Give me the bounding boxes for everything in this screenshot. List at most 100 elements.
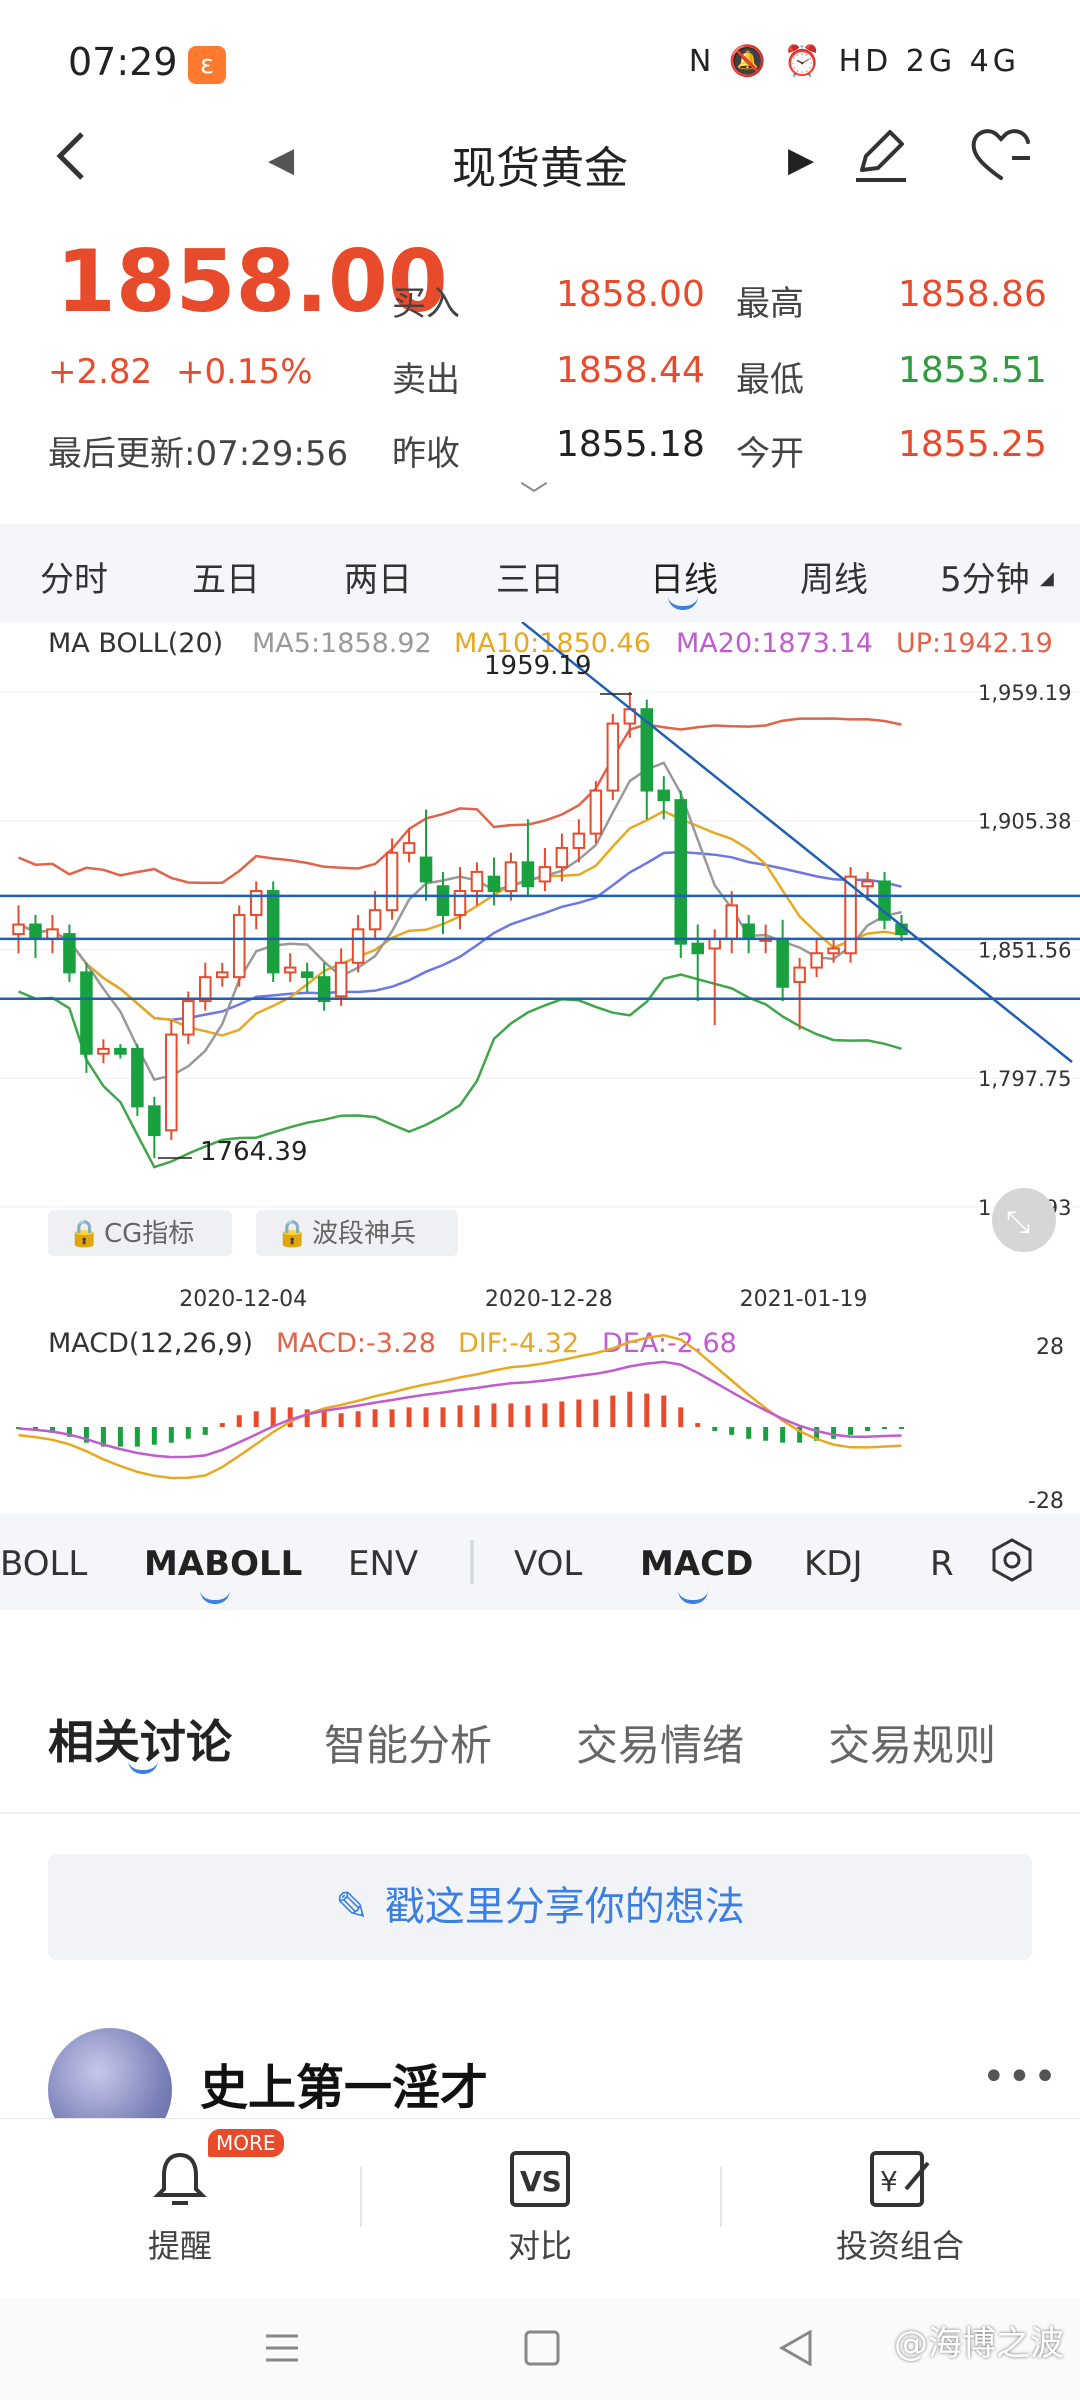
tab-period-4[interactable]: 日线 <box>650 552 718 601</box>
candle-body <box>742 923 755 940</box>
menu-icon[interactable] <box>262 2328 302 2372</box>
candle-body <box>182 1000 195 1036</box>
divider <box>0 1812 1080 1814</box>
candle-body <box>266 890 280 974</box>
upper-band-value: UP:1942.19 <box>896 628 1053 659</box>
vs-compare-icon: VS <box>510 2151 570 2207</box>
candle-body <box>589 789 603 835</box>
current-price: 1858.00 <box>56 232 448 332</box>
settings-hexagon-icon[interactable] <box>988 1536 1036 1588</box>
candle-body <box>538 866 552 883</box>
candle-body <box>776 937 789 988</box>
candle-body <box>504 861 518 893</box>
compare-label: 对比 <box>507 2227 572 2265</box>
low-value: 1853.51 <box>898 350 1047 391</box>
dropdown-triangle-icon[interactable]: ◢ <box>1040 568 1054 589</box>
candle-body <box>300 971 314 979</box>
tab-trade-sentiment[interactable]: 交易情绪 <box>576 1712 744 1773</box>
portfolio-button[interactable]: ¥ 投资组合 <box>780 2149 1020 2267</box>
pencil-icon: ✎ <box>335 1884 369 1930</box>
boll-upper-line <box>18 717 902 885</box>
svg-text:⤡: ⤡ <box>1006 1205 1030 1240</box>
open-value: 1855.25 <box>898 424 1047 465</box>
candle-body <box>861 880 874 888</box>
macd-indicator-name: MACD(12,26,9) <box>48 1328 253 1359</box>
tab-indicator-env[interactable]: ENV <box>348 1544 418 1584</box>
home-icon[interactable] <box>522 2328 562 2372</box>
candle-body <box>385 851 399 912</box>
cg-indicator-label: CG指标 <box>104 1219 194 1249</box>
x-tick-label: 2020-12-04 <box>179 1287 307 1312</box>
chevron-down-icon[interactable]: ﹀ <box>520 474 548 514</box>
tab-indicator-kdj[interactable]: KDJ <box>804 1544 863 1584</box>
tab-period-6[interactable]: 5分钟 <box>940 552 1030 601</box>
candle-body <box>810 952 823 969</box>
chart-indicator-name: MA BOLL(20) <box>48 628 223 659</box>
candle-body <box>470 870 484 893</box>
prev-close-value: 1855.18 <box>556 424 705 465</box>
ma20-value: MA20:1873.14 <box>676 628 873 659</box>
uc-browser-icon: ε <box>188 46 226 84</box>
tab-period-3[interactable]: 三日 <box>496 552 564 601</box>
indicator-tab-bar: BOLL MABOLL ENV VOL MACD KDJ R <box>0 1514 1080 1610</box>
back-nav-icon[interactable] <box>776 2328 816 2372</box>
alert-button[interactable]: 提醒 <box>60 2149 300 2267</box>
tab-indicator-maboll[interactable]: MABOLL <box>144 1544 302 1584</box>
y-tick-label: 1,851.56 <box>978 939 1072 963</box>
candle-body <box>691 942 704 955</box>
last-updated: 最后更新:07:29:56 <box>48 434 349 474</box>
share-thoughts-input[interactable]: ✎ 戳这里分享你的想法 <box>48 1854 1032 1960</box>
candle-body <box>80 971 93 1055</box>
heart-icon[interactable] <box>968 124 1038 194</box>
portfolio-label: 投资组合 <box>835 2227 964 2265</box>
edit-pen-icon[interactable] <box>848 122 918 192</box>
tab-indicator-boll[interactable]: BOLL <box>0 1544 87 1584</box>
wave-indicator-chip[interactable]: 🔒 波段神兵 <box>256 1210 458 1256</box>
y-tick-label: 1,905.38 <box>978 810 1072 834</box>
tab-period-0[interactable]: 分时 <box>40 552 108 601</box>
period-tab-bar: 分时 五日 两日 三日 日线 周线 5分钟 ◢ <box>0 524 1080 622</box>
kline-chart[interactable]: MA BOLL(20) MA5:1858.92 MA10:1850.46 MA2… <box>0 622 1080 1612</box>
dif-value: DIF:-4.32 <box>458 1328 579 1359</box>
svg-text:¥: ¥ <box>880 2165 898 2198</box>
tab-smart-analysis[interactable]: 智能分析 <box>324 1712 492 1773</box>
toolbar-divider <box>720 2167 722 2227</box>
x-tick-label: 2021-01-19 <box>740 1287 868 1312</box>
candle-body <box>487 875 501 893</box>
candle-body <box>216 971 229 979</box>
macd-ytick-top: 28 <box>1036 1335 1064 1360</box>
candle-body <box>283 966 297 974</box>
candle-body <box>436 885 450 916</box>
tab-period-1[interactable]: 五日 <box>192 552 260 601</box>
next-triangle-icon[interactable]: ▶ <box>788 140 814 180</box>
ma5-value: MA5:1858.92 <box>252 628 432 659</box>
tab-divider <box>470 1540 474 1584</box>
candle-body <box>555 846 569 869</box>
bell-icon <box>153 2152 207 2205</box>
portfolio-yen-icon: ¥ <box>870 2151 930 2207</box>
tab-period-5[interactable]: 周线 <box>800 552 868 601</box>
tab-indicator-r[interactable]: R <box>930 1544 954 1584</box>
watermark: @海博之波 <box>894 2324 1064 2364</box>
candle-body <box>606 722 620 792</box>
tab-indicator-macd[interactable]: MACD <box>640 1544 753 1584</box>
candle-body <box>657 789 671 802</box>
tab-trade-rules[interactable]: 交易规则 <box>828 1712 996 1773</box>
compare-button[interactable]: VS 对比 <box>420 2149 660 2267</box>
candle-body <box>419 856 433 883</box>
candle-body <box>827 947 840 955</box>
candle-body <box>351 928 365 964</box>
cg-indicator-chip[interactable]: 🔒 CG指标 <box>48 1210 232 1256</box>
low-label: 最低 <box>736 360 804 400</box>
high-label: 最高 <box>736 284 804 324</box>
post-username[interactable]: 史上第一淫才 <box>200 2048 488 2118</box>
status-time: 07:29 <box>68 40 178 84</box>
tab-indicator-vol[interactable]: VOL <box>514 1544 582 1584</box>
prev-close-label: 昨收 <box>392 434 460 474</box>
macd-active-indicator <box>678 1590 708 1604</box>
change-value: +2.82 <box>48 352 153 392</box>
more-options-icon[interactable]: ••• <box>982 2054 1059 2100</box>
candle-body <box>334 961 348 998</box>
dea-value: DEA:-2.68 <box>602 1328 737 1359</box>
tab-period-2[interactable]: 两日 <box>344 552 412 601</box>
